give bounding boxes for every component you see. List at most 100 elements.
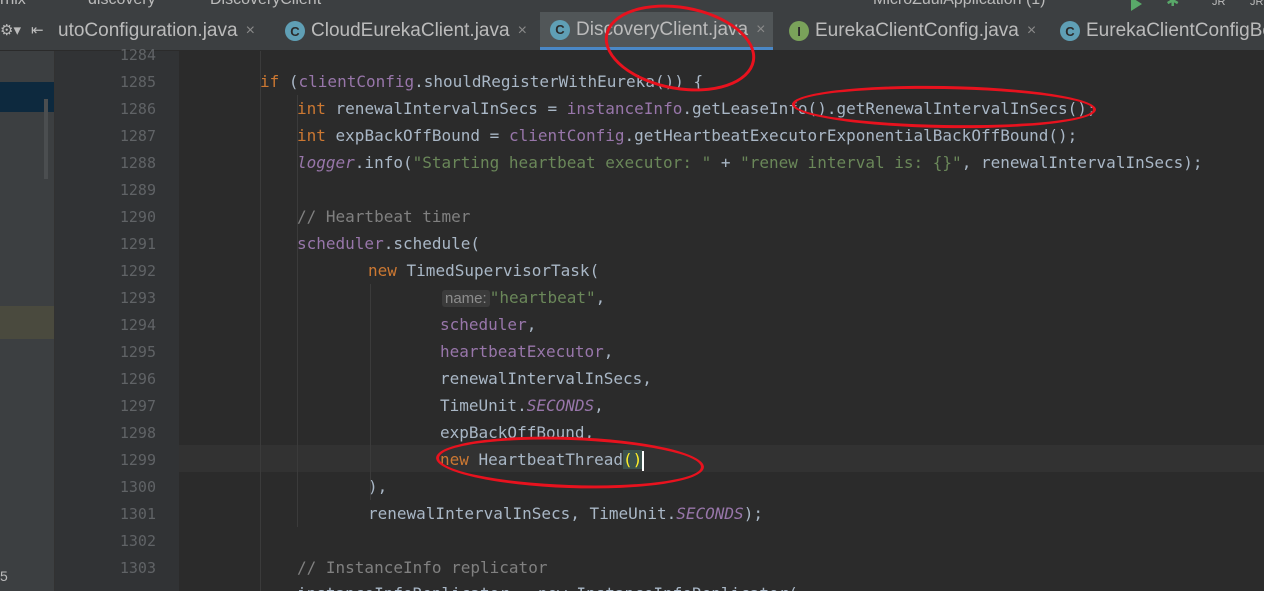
code-line-1295[interactable]: heartbeatExecutor, [440, 338, 613, 365]
code-line-1290[interactable]: // Heartbeat timer [297, 203, 470, 230]
sidebar-number: 5 [0, 568, 8, 584]
line-number: 1299 [119, 451, 156, 469]
settings-icon[interactable]: ⚙▾ [0, 21, 21, 39]
field-ref: instanceInfo [566, 99, 683, 118]
code-line-1288[interactable]: logger.info("Starting heartbeat executor… [297, 149, 1203, 176]
code-line-1298[interactable]: expBackOffBound, [440, 419, 594, 446]
debug-icon[interactable]: ✱ [1166, 0, 1179, 11]
tab-cloud-eureka-client[interactable]: C CloudEurekaClient.java × [285, 12, 527, 50]
line-number: 1292 [119, 262, 156, 280]
code-text: .schedule( [383, 234, 481, 253]
class-icon: C [550, 19, 570, 40]
line-number: 1287 [119, 127, 156, 145]
code-line-1299[interactable]: new HeartbeatThread() [440, 446, 645, 473]
code-text: , [595, 288, 606, 307]
close-icon[interactable]: × [518, 22, 527, 40]
indent-guide [260, 51, 261, 591]
close-icon[interactable]: × [756, 21, 765, 39]
project-sidebar[interactable]: 5 [0, 51, 55, 591]
class-icon: C [285, 21, 305, 41]
line-number: 1286 [119, 100, 156, 118]
string-literal: "heartbeat" [489, 288, 596, 307]
keyword: int [297, 99, 326, 118]
line-number: 1297 [119, 397, 156, 415]
code-text: .getHeartbeatExecutorExponentialBackOffB… [624, 126, 1078, 145]
line-number: 1296 [119, 370, 156, 388]
keyword: new [368, 261, 397, 280]
tab-label: DiscoveryClient.java [576, 18, 749, 40]
code-line-1296[interactable]: renewalIntervalInSecs, [440, 365, 652, 392]
code-text: HeartbeatThread [468, 450, 624, 469]
code-line-1291[interactable]: scheduler.schedule( [297, 230, 480, 257]
matched-parentheses: () [623, 450, 643, 469]
code-text: ); [743, 504, 763, 523]
code-text: expBackOffBound = [325, 126, 509, 145]
line-number: 1301 [119, 505, 156, 523]
interface-icon: I [789, 21, 809, 41]
code-line-1287[interactable]: int expBackOffBound = clientConfig.getHe… [297, 122, 1077, 149]
code-text: , renewalIntervalInSecs); [961, 153, 1203, 172]
tab-label: EurekaClientConfigBe [1086, 20, 1264, 41]
code-line-1286[interactable]: int renewalIntervalInSecs = instanceInfo… [297, 95, 1097, 122]
parameter-hint: name: [442, 290, 490, 307]
code-line-1297[interactable]: TimeUnit.SECONDS, [440, 392, 604, 419]
line-number: 1293 [119, 289, 156, 307]
line-number-gutter[interactable]: 1284 1285 1286 1287 1288 1289 1290 1291 … [55, 46, 179, 591]
keyword: new [440, 450, 469, 469]
line-number: 1291 [119, 235, 156, 253]
tab-eureka-client-config[interactable]: I EurekaClientConfig.java × [789, 12, 1036, 50]
constant-ref: SECONDS [526, 396, 595, 415]
indent-guide [370, 284, 371, 500]
line-number: 1290 [119, 208, 156, 226]
class-icon: C [1060, 21, 1080, 41]
highlighted-tree-node[interactable] [0, 306, 54, 339]
code-line-1304[interactable]: instanceInfoReplicator = new InstanceInf… [297, 580, 798, 591]
tab-label: EurekaClientConfig.java [815, 20, 1019, 41]
code-text: TimedSupervisorTask( [396, 261, 600, 280]
code-line-1285[interactable]: if (clientConfig.shouldRegisterWithEurek… [260, 68, 703, 95]
string-literal: "renew interval is: {}" [740, 153, 962, 172]
close-icon[interactable]: × [246, 22, 255, 40]
breadcrumb-segment[interactable]: DiscoveryClient [210, 0, 321, 9]
text-caret [642, 450, 645, 471]
code-text: , [526, 315, 537, 334]
line-number: 1300 [119, 478, 156, 496]
tab-eureka-client-config-bean[interactable]: C EurekaClientConfigBe [1060, 12, 1264, 50]
code-line-1294[interactable]: scheduler, [440, 311, 536, 338]
sidebar-scrollbar[interactable] [44, 99, 48, 179]
breadcrumb-segment[interactable]: discovery [88, 0, 156, 9]
field-ref: logger [297, 153, 355, 172]
tab-label: CloudEurekaClient.java [311, 20, 510, 41]
field-ref: scheduler [440, 315, 527, 334]
code-text: .info( [354, 153, 413, 172]
line-number: 1288 [119, 154, 156, 172]
tab-discovery-client[interactable]: C DiscoveryClient.java × [540, 12, 774, 50]
code-text: renewalIntervalInSecs, TimeUnit. [368, 504, 677, 523]
constant-ref: SECONDS [676, 504, 744, 523]
tab-label: utoConfiguration.java [58, 20, 238, 41]
line-number: 1285 [119, 73, 156, 91]
run-configuration-selector[interactable]: MicroZuulApplication (1) [873, 0, 1046, 9]
line-number: 1302 [119, 532, 156, 550]
code-line-1303[interactable]: // InstanceInfo replicator [297, 554, 547, 581]
breadcrumb-segment[interactable]: rnix [0, 0, 26, 9]
code-text: .getLeaseInfo().getRenewalIntervalInSecs… [682, 99, 1097, 118]
code-text: .shouldRegisterWithEureka()) { [414, 72, 704, 91]
run-icon[interactable] [1131, 0, 1142, 11]
code-line-1292[interactable]: new TimedSupervisorTask( [368, 257, 599, 284]
tab-auto-configuration[interactable]: utoConfiguration.java × [58, 12, 255, 50]
current-line-highlight [179, 445, 1264, 472]
code-line-1301[interactable]: renewalIntervalInSecs, TimeUnit.SECONDS)… [368, 500, 763, 527]
collapse-icon[interactable]: ⇤ [31, 21, 44, 39]
jrebel-debug-badge[interactable]: JR [1250, 0, 1263, 8]
line-number: 1289 [119, 181, 156, 199]
jrebel-badge[interactable]: JR [1212, 0, 1225, 8]
code-line-1300[interactable]: ), [368, 473, 387, 500]
field-ref: clientConfig [508, 126, 625, 145]
close-icon[interactable]: × [1027, 22, 1036, 40]
keyword: if [260, 72, 280, 91]
code-line-1293[interactable]: name: "heartbeat", [442, 284, 605, 311]
navigation-breadcrumb: rnix discovery DiscoveryClient MicroZuul… [0, 0, 1264, 12]
line-number: 1294 [119, 316, 156, 334]
line-number: 1298 [119, 424, 156, 442]
